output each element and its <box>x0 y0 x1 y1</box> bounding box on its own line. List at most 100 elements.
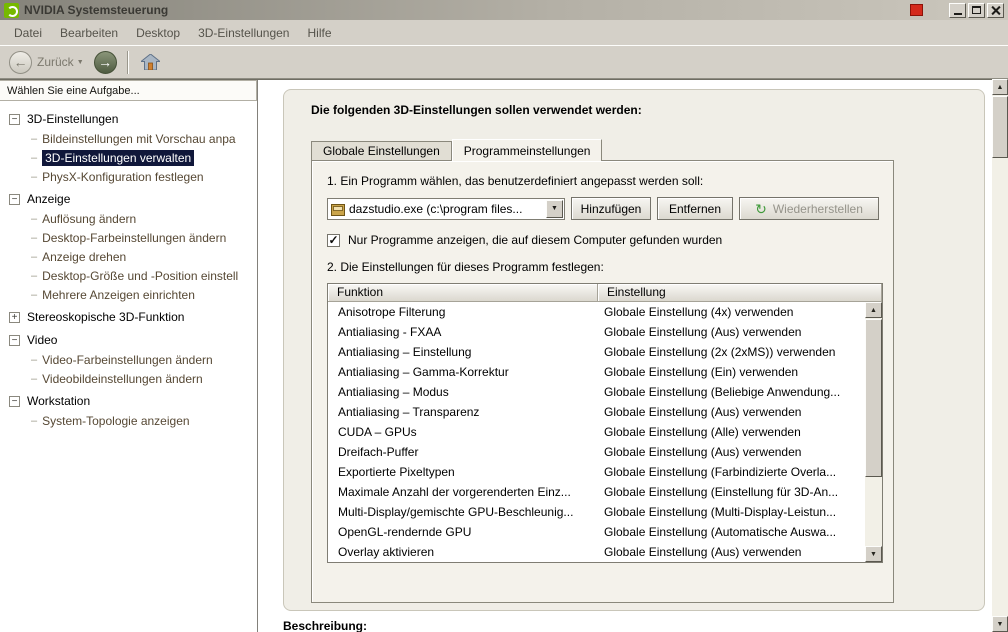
home-button[interactable] <box>138 49 164 75</box>
settings-table: Funktion Einstellung Anisotrope Filterun… <box>327 283 883 563</box>
tab-programmeinstellungen[interactable]: Programmeinstellungen <box>451 139 603 161</box>
settings-table-header: Funktion Einstellung <box>328 284 882 302</box>
menu-3d-einstellungen[interactable]: 3D-Einstellungen <box>189 23 298 43</box>
setting-name: Antialiasing – Gamma-Korrektur <box>338 365 509 379</box>
scrollbar-thumb[interactable] <box>865 319 882 477</box>
table-scrollbar[interactable]: ▲ ▼ <box>865 302 882 562</box>
restore-button-label: Wiederherstellen <box>772 201 863 216</box>
setting-row[interactable]: Dreifach-Puffer Globale Einstellung (Aus)… <box>328 442 865 462</box>
setting-row[interactable]: CUDA – GPUs Globale Einstellung (Alle) ve… <box>328 422 865 442</box>
add-button[interactable]: Hinzufügen <box>571 197 651 220</box>
show-programs-checkbox[interactable]: ✓ <box>327 233 340 247</box>
task-link-videobildeinstellungen-ndern[interactable]: – Videobildeinstellungen ändern <box>7 369 257 388</box>
setting-value: Globale Einstellung (Einstellung für 3D-… <box>604 485 839 499</box>
task-link-desktop-gr-e-und-position-einstell[interactable]: – Desktop-Größe und -Position einstell <box>7 266 257 285</box>
tab-strip: Globale Einstellungen Programmeinstellun… <box>311 139 603 161</box>
task-link-video-farbeinstellungen-ndern[interactable]: – Video-Farbeinstellungen ändern <box>7 350 257 369</box>
scroll-down-icon: ▼ <box>996 620 1004 628</box>
scroll-up-button[interactable]: ▲ <box>865 302 882 318</box>
tree-node-3d-einstellungen[interactable]: −3D-Einstellungen <box>7 109 257 129</box>
task-tree: −3D-Einstellungen – Bildeinstellungen mit … <box>0 101 257 430</box>
toolbar-separator <box>126 50 128 74</box>
setting-row[interactable]: Anisotrope Filterung Globale Einstellung … <box>328 302 865 322</box>
setting-row[interactable]: Exportierte Pixeltypen Globale Einstellun… <box>328 462 865 482</box>
restore-icon: ↻ <box>755 200 767 217</box>
task-link-label: System-Topologie anzeigen <box>42 413 190 428</box>
combobox-dropdown-button[interactable]: ▼ <box>546 199 563 218</box>
setting-row[interactable]: Antialiasing – Gamma-Korrektur Globale Ei… <box>328 362 865 382</box>
expand-icon[interactable]: + <box>9 311 20 323</box>
close-icon <box>991 6 1000 15</box>
content-panel: Die folgenden 3D-Einstellungen sollen ve… <box>283 89 985 611</box>
task-link-system-topologie-anzeigen[interactable]: – System-Topologie anzeigen <box>7 411 257 430</box>
back-button[interactable]: ← <box>9 50 32 74</box>
content-scrollbar[interactable]: ▲ ▼ <box>992 79 1008 632</box>
task-link-desktop-farbeinstellungen-ndern[interactable]: – Desktop-Farbeinstellungen ändern <box>7 228 257 247</box>
tree-connector: – <box>31 288 38 301</box>
setting-row[interactable]: Maximale Anzahl der vorgerenderten Einz.… <box>328 482 865 502</box>
task-link-mehrere-anzeigen-einrichten[interactable]: – Mehrere Anzeigen einrichten <box>7 285 257 304</box>
tree-node-stereoskopische-3d-funktion[interactable]: + Stereoskopische 3D-Funktion <box>7 307 257 327</box>
setting-row[interactable]: Antialiasing - FXAA Globale Einstellung (… <box>328 322 865 342</box>
task-link-label: Anzeige drehen <box>42 249 127 264</box>
tree-node-video[interactable]: − Video <box>7 330 257 350</box>
minimize-button[interactable] <box>949 2 966 18</box>
step1-label: 1. Ein Programm wählen, das benutzerdefi… <box>327 174 704 188</box>
maximize-button[interactable] <box>968 2 985 18</box>
menu-hilfe[interactable]: Hilfe <box>298 23 340 43</box>
chevron-down-icon: ▼ <box>551 205 558 212</box>
back-label: Zurück <box>37 55 74 69</box>
scroll-up-button[interactable]: ▲ <box>992 79 1008 95</box>
column-header-einstellung[interactable]: Einstellung <box>598 284 882 302</box>
forward-button[interactable]: → <box>93 50 117 74</box>
menu-bar: Datei Bearbeiten Desktop 3D-Einstellungen Hi… <box>0 20 1008 45</box>
setting-value: Globale Einstellung (2x (2xMS)) verwende… <box>604 345 836 359</box>
tree-node-workstation[interactable]: − Workstation <box>7 391 257 411</box>
scrollbar-thumb[interactable] <box>992 96 1008 158</box>
scroll-down-button[interactable]: ▼ <box>992 616 1008 632</box>
column-header-funktion[interactable]: Funktion <box>328 284 598 302</box>
remove-button[interactable]: Entfernen <box>657 197 733 220</box>
tab-globale-einstellungen[interactable]: Globale Einstellungen <box>311 141 452 160</box>
restore-button[interactable]: ↻ Wiederherstellen <box>739 197 879 220</box>
sidebar-header: Wählen Sie eine Aufgabe... <box>0 80 257 101</box>
task-link-3d-einstellungen-verwalten[interactable]: –3D-Einstellungen verwalten <box>7 148 257 167</box>
minimize-icon <box>953 12 962 15</box>
menu-bearbeiten[interactable]: Bearbeiten <box>51 23 127 43</box>
collapse-icon[interactable]: − <box>9 113 20 125</box>
tree-connector: – <box>31 231 38 244</box>
forward-arrow-icon: → <box>98 54 113 70</box>
task-link-anzeige-drehen[interactable]: – Anzeige drehen <box>7 247 257 266</box>
nvidia-control-panel-window: NVIDIA Systemsteuerung Datei Bearbeiten De… <box>0 0 1008 632</box>
tree-node-anzeige[interactable]: − Anzeige <box>7 189 257 209</box>
tree-connector: – <box>31 250 38 263</box>
task-link-label: 3D-Einstellungen verwalten <box>42 149 195 166</box>
close-button[interactable] <box>987 2 1004 18</box>
home-icon <box>141 54 161 70</box>
task-link-bildeinstellungen-mit-vorschau-anpa[interactable]: – Bildeinstellungen mit Vorschau anpa <box>7 129 257 148</box>
collapse-icon[interactable]: − <box>9 193 20 205</box>
back-arrow-icon: ← <box>13 54 28 70</box>
scroll-down-button[interactable]: ▼ <box>865 546 882 562</box>
setting-name: Maximale Anzahl der vorgerenderten Einz.… <box>338 485 571 499</box>
setting-row[interactable]: Multi-Display/gemischte GPU-Beschleunig.… <box>328 502 865 522</box>
setting-row[interactable]: Overlay aktivieren Globale Einstellung (A… <box>328 542 865 562</box>
tree-node-label: 3D-Einstellungen <box>27 112 119 126</box>
setting-value: Globale Einstellung (Aus) verwenden <box>604 445 802 459</box>
collapse-icon[interactable]: − <box>9 395 20 407</box>
setting-name: Exportierte Pixeltypen <box>338 465 455 479</box>
menu-desktop[interactable]: Desktop <box>127 23 189 43</box>
task-link-physx-konfiguration-festlegen[interactable]: – PhysX-Konfiguration festlegen <box>7 167 257 186</box>
show-programs-row: ✓ Nur Programme anzeigen, die auf diesem… <box>327 233 893 247</box>
menu-datei[interactable]: Datei <box>5 23 51 43</box>
task-link-aufl-sung-ndern[interactable]: – Auflösung ändern <box>7 209 257 228</box>
setting-row[interactable]: OpenGL-rendernde GPU Globale Einstellung … <box>328 522 865 542</box>
setting-row[interactable]: Antialiasing – Einstellung Globale Einste… <box>328 342 865 362</box>
setting-row[interactable]: Antialiasing – Modus Globale Einstellung … <box>328 382 865 402</box>
setting-row[interactable]: Antialiasing – Transparenz Globale Einste… <box>328 402 865 422</box>
chevron-down-icon[interactable]: ▼ <box>77 59 84 66</box>
task-link-label: Desktop-Farbeinstellungen ändern <box>42 230 227 245</box>
collapse-icon[interactable]: − <box>9 334 20 346</box>
task-link-label: Bildeinstellungen mit Vorschau anpa <box>42 131 236 146</box>
program-combobox[interactable]: dazstudio.exe (c:\program files... ▼ <box>327 197 565 220</box>
